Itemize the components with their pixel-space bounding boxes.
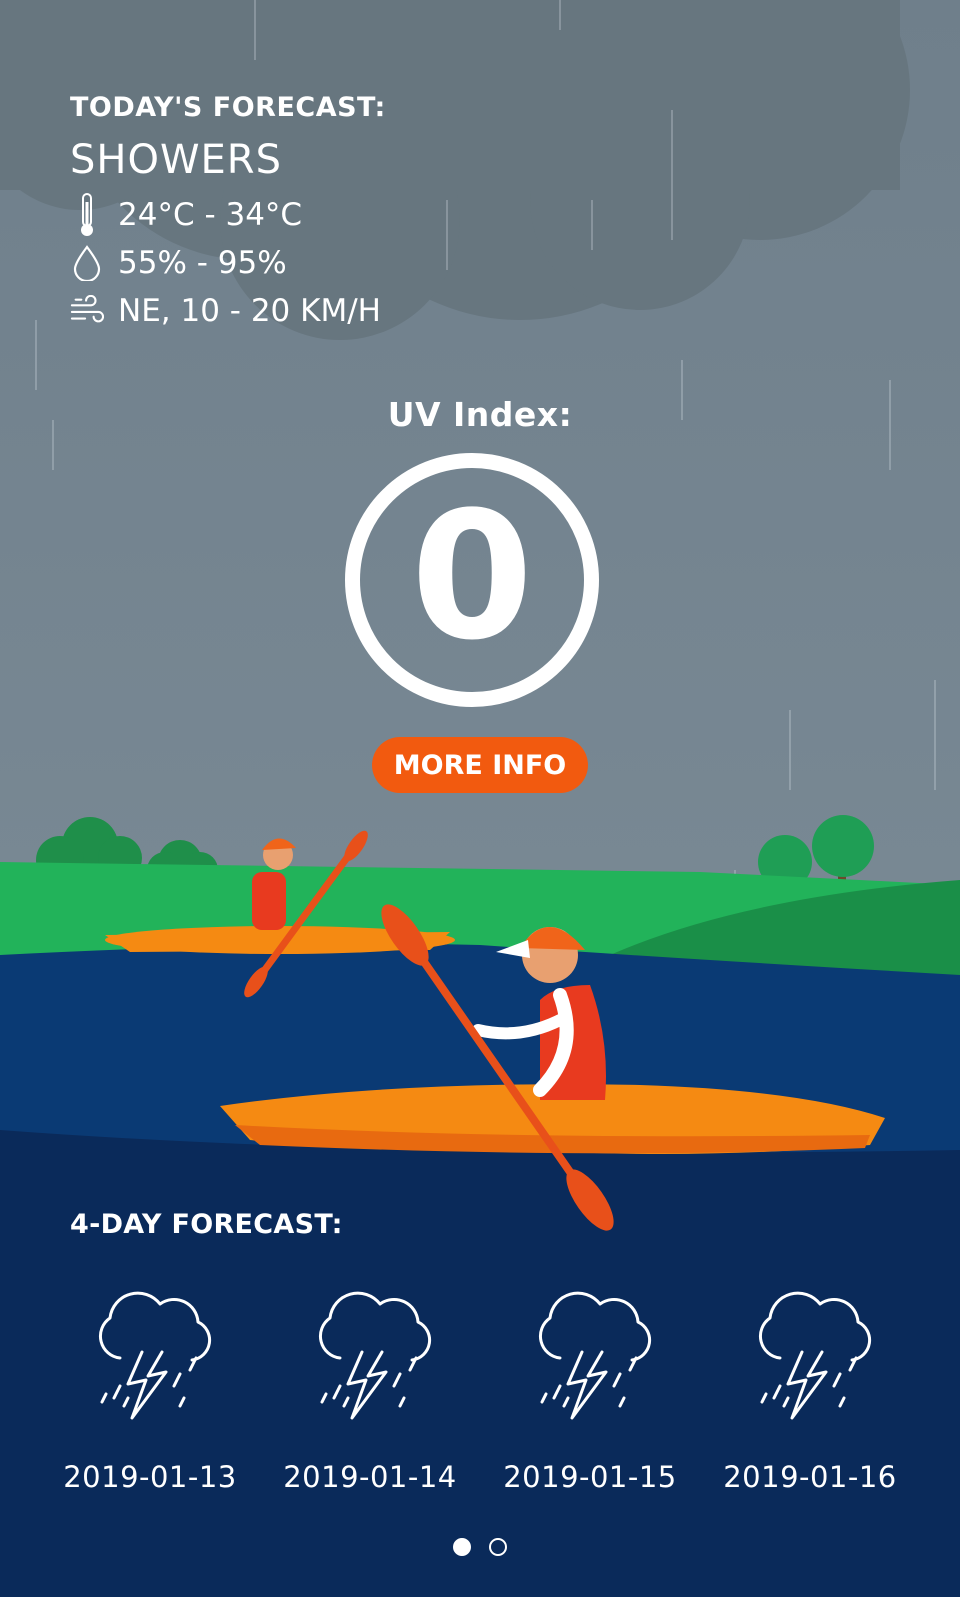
- wind-info: NE, 10 - 20 KM/H: [118, 293, 381, 329]
- forecast-date: 2019-01-15: [503, 1460, 677, 1494]
- four-day-forecast-label: 4-DAY FORECAST:: [70, 1209, 343, 1240]
- forecast-date: 2019-01-13: [63, 1460, 237, 1494]
- today-forecast-panel: TODAY'S FORECAST: SHOWERS 24°C - 34°C 55…: [70, 92, 386, 335]
- pagination-dots: [0, 1538, 960, 1556]
- uv-index-label: UV Index:: [387, 395, 573, 434]
- temperature-range: 24°C - 34°C: [118, 197, 303, 233]
- humidity-range: 55% - 95%: [118, 245, 287, 281]
- thunderstorm-icon: [80, 1280, 220, 1434]
- more-info-button[interactable]: MORE INFO: [372, 737, 588, 793]
- forecast-date: 2019-01-16: [723, 1460, 897, 1494]
- wind-icon: [70, 291, 104, 331]
- forecast-day[interactable]: 2019-01-13: [40, 1280, 260, 1494]
- thermometer-icon: [70, 193, 104, 236]
- thunderstorm-icon: [740, 1280, 880, 1434]
- uv-index-value: 0: [410, 474, 534, 679]
- today-condition: SHOWERS: [70, 137, 282, 183]
- forecast-day[interactable]: 2019-01-15: [480, 1280, 700, 1494]
- temperature-row: 24°C - 34°C: [70, 191, 386, 239]
- page-dot-1[interactable]: [453, 1538, 471, 1556]
- page-dot-2[interactable]: [489, 1538, 507, 1556]
- humidity-row: 55% - 95%: [70, 239, 386, 287]
- forecast-date: 2019-01-14: [283, 1460, 457, 1494]
- forecast-days: 2019-01-13 2019-01-14 2019-01-15 2019-01…: [40, 1280, 920, 1494]
- forecast-day[interactable]: 2019-01-16: [700, 1280, 920, 1494]
- uv-index-ring: 0: [345, 453, 599, 707]
- thunderstorm-icon: [300, 1280, 440, 1434]
- wind-row: NE, 10 - 20 KM/H: [70, 287, 386, 335]
- thunderstorm-icon: [520, 1280, 660, 1434]
- forecast-day[interactable]: 2019-01-14: [260, 1280, 480, 1494]
- droplet-icon: [70, 243, 104, 283]
- today-forecast-label: TODAY'S FORECAST:: [70, 92, 386, 123]
